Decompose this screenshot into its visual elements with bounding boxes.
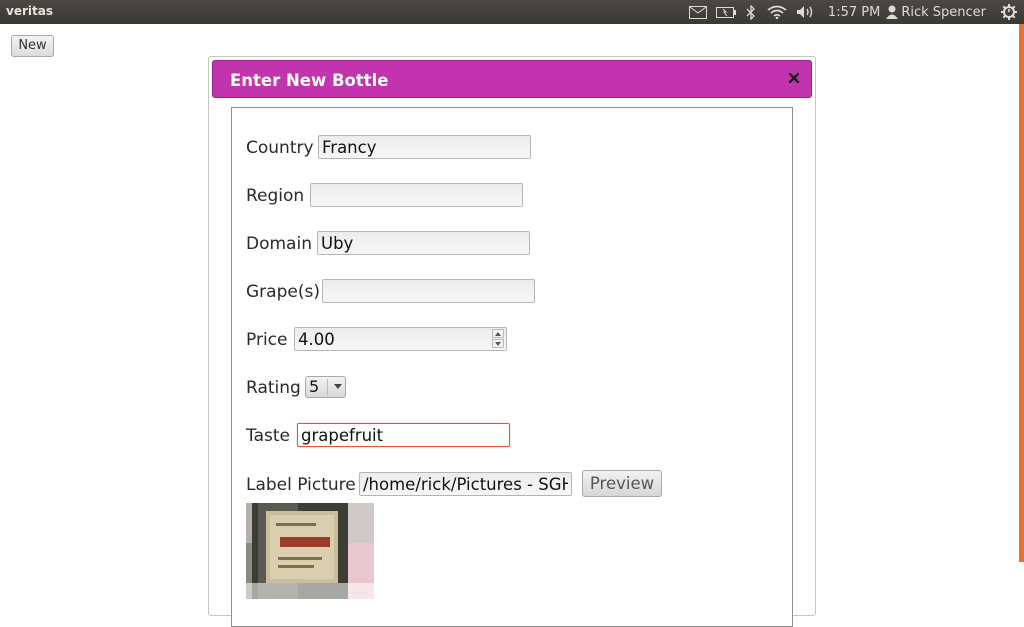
user-menu[interactable]: Rick Spencer <box>886 5 986 20</box>
stepper-up-icon[interactable] <box>492 329 504 338</box>
bluetooth-icon[interactable] <box>740 0 762 24</box>
stepper-down-icon[interactable] <box>492 339 504 348</box>
power-gear-icon[interactable] <box>994 0 1024 24</box>
select-divider <box>327 379 328 395</box>
rating-label: Rating <box>246 378 301 398</box>
price-stepper[interactable] <box>492 329 504 349</box>
label-picture-thumbnail <box>246 503 374 599</box>
user-icon <box>886 5 899 19</box>
grapes-input[interactable] <box>322 279 535 303</box>
domain-label: Domain <box>246 234 312 254</box>
close-icon[interactable] <box>786 70 802 86</box>
rating-select[interactable]: 5 <box>305 376 346 398</box>
wifi-icon[interactable] <box>762 0 792 24</box>
region-input[interactable] <box>310 183 523 207</box>
battery-icon[interactable] <box>712 0 740 24</box>
user-name: Rick Spencer <box>901 4 986 20</box>
top-panel: veritas 1:57 PM Rick Spencer <box>0 0 1024 24</box>
form-panel: Country Region Domain Grape(s) Price Rat… <box>231 107 793 627</box>
price-input[interactable] <box>294 327 507 351</box>
chevron-down-icon <box>334 384 342 389</box>
app-title: veritas <box>6 4 53 18</box>
label-picture-label: Label Picture <box>246 475 356 495</box>
preview-button[interactable]: Preview <box>582 470 662 497</box>
label-picture-path-input[interactable] <box>359 472 572 496</box>
window-edge-strip <box>1019 24 1024 562</box>
country-label: Country <box>246 138 314 158</box>
country-input[interactable] <box>318 135 531 159</box>
clock[interactable]: 1:57 PM <box>828 0 880 24</box>
taste-input[interactable] <box>297 423 510 447</box>
region-label: Region <box>246 186 305 206</box>
dialog-title: Enter New Bottle <box>230 71 389 90</box>
grapes-label: Grape(s) <box>246 282 320 302</box>
rating-value: 5 <box>309 377 320 396</box>
dialog-titlebar[interactable]: Enter New Bottle <box>212 60 812 98</box>
mail-icon[interactable] <box>684 0 712 24</box>
volume-icon[interactable] <box>792 0 820 24</box>
new-bottle-dialog: Enter New Bottle Country Region Domain G… <box>208 56 816 627</box>
domain-input[interactable] <box>317 231 530 255</box>
indicator-area: 1:57 PM Rick Spencer <box>684 0 1024 24</box>
taste-label: Taste <box>246 426 290 446</box>
price-label: Price <box>246 330 288 350</box>
new-button[interactable]: New <box>11 35 54 57</box>
